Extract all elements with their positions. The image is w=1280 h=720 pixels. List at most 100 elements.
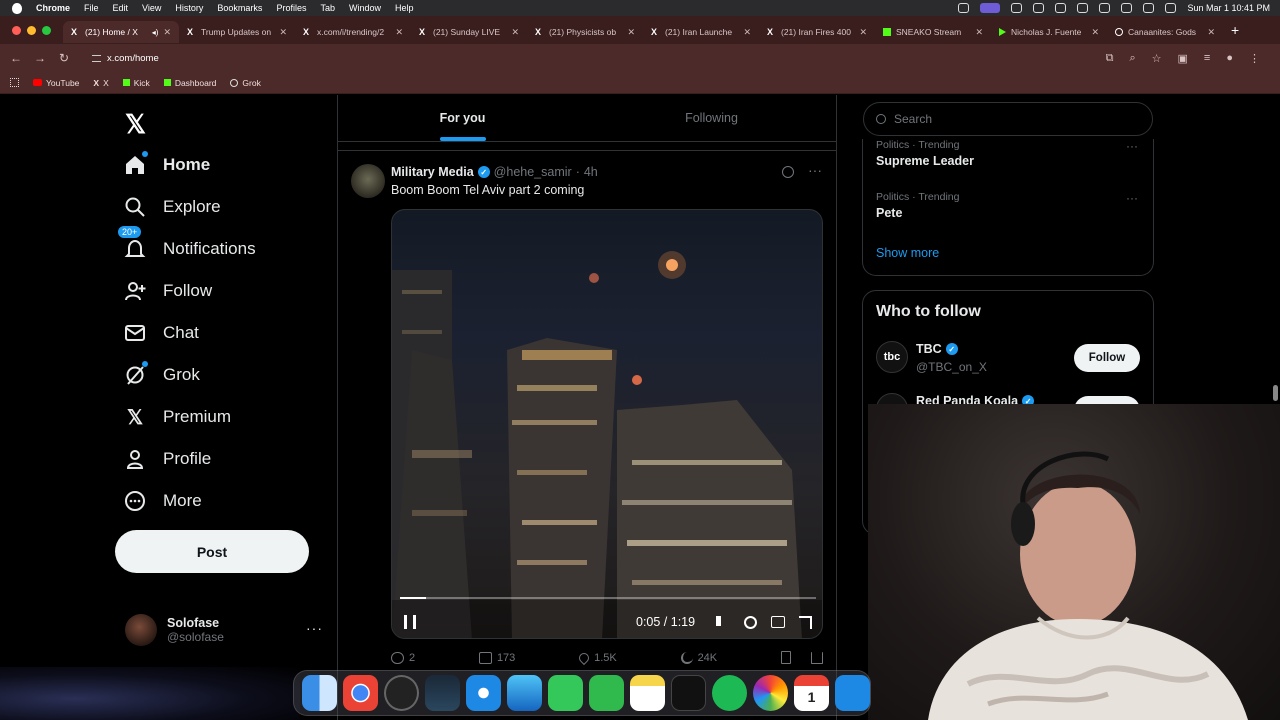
- nav-more[interactable]: More: [123, 489, 202, 513]
- reply-button[interactable]: 2: [391, 651, 415, 664]
- share-icon[interactable]: [810, 651, 823, 664]
- play-icon[interactable]: [1077, 3, 1089, 13]
- more-dots-icon[interactable]: ···: [306, 620, 323, 636]
- close-tab-icon[interactable]: ✕: [627, 27, 635, 38]
- close-tab-icon[interactable]: ✕: [511, 27, 519, 38]
- speaker-icon[interactable]: ◂): [152, 28, 159, 37]
- close-tab-icon[interactable]: ✕: [743, 27, 751, 38]
- tweet-time[interactable]: 4h: [584, 165, 598, 179]
- safari-icon[interactable]: [466, 675, 502, 711]
- url-text[interactable]: x.com/home: [107, 53, 159, 64]
- status-icon[interactable]: [958, 3, 970, 13]
- control-center-icon[interactable]: [1165, 3, 1177, 13]
- scrollbar[interactable]: [1273, 385, 1278, 401]
- like-button[interactable]: 1.5K: [577, 650, 617, 665]
- nav-chat[interactable]: Chat: [123, 321, 199, 345]
- views-button[interactable]: 24K: [680, 651, 717, 664]
- browser-tab[interactable]: Nicholas J. Fuente ✕: [991, 21, 1107, 43]
- menu-window[interactable]: Window: [349, 3, 381, 13]
- bookmark-youtube[interactable]: YouTube: [33, 78, 79, 88]
- address-bar[interactable]: x.com/home: [82, 48, 1082, 68]
- mail-icon[interactable]: [507, 675, 543, 711]
- account-switcher[interactable]: Solofase @solofase ···: [125, 610, 323, 650]
- menu-file[interactable]: File: [84, 3, 99, 13]
- close-window-button[interactable]: [12, 25, 21, 35]
- bookmark-dashboard[interactable]: Dashboard: [163, 78, 216, 88]
- avatar[interactable]: [351, 164, 385, 198]
- app-store-icon[interactable]: [834, 675, 870, 711]
- reload-icon[interactable]: ↻: [52, 51, 76, 65]
- avatar[interactable]: tbc: [876, 341, 908, 373]
- menu-app-name[interactable]: Chrome: [36, 3, 70, 13]
- calendar-icon[interactable]: 1: [793, 675, 829, 711]
- browser-tab[interactable]: X (21) Iran Launche ✕: [643, 21, 759, 43]
- new-tab-icon[interactable]: +: [1231, 22, 1239, 38]
- screen-record-icon[interactable]: [980, 3, 1001, 13]
- browser-tab[interactable]: Xx.com/i/trending/2 ✕: [295, 21, 411, 43]
- forward-icon[interactable]: →: [28, 51, 52, 65]
- zoom-window-button[interactable]: [42, 25, 51, 35]
- settings-gear-icon[interactable]: [744, 615, 757, 629]
- video-progress-bar[interactable]: [400, 597, 816, 599]
- browser-tab[interactable]: X Trump Updates on ✕: [179, 21, 295, 43]
- battery-icon[interactable]: [1099, 3, 1111, 13]
- menubar-clock[interactable]: Sun Mar 1 10:41 PM: [1187, 3, 1270, 13]
- nav-home[interactable]: Home: [123, 151, 210, 177]
- photos-icon[interactable]: [753, 675, 788, 711]
- menu-edit[interactable]: Edit: [113, 3, 129, 13]
- wifi-icon[interactable]: [1121, 3, 1133, 13]
- chrome-menu-icon[interactable]: ⋮: [1249, 52, 1260, 65]
- more-dots-icon[interactable]: ···: [1126, 191, 1138, 205]
- browser-tab[interactable]: X (21) Iran Fires 400 ✕: [759, 21, 875, 43]
- menu-view[interactable]: View: [142, 3, 161, 13]
- install-icon[interactable]: ⧉: [1106, 52, 1114, 65]
- minimize-window-button[interactable]: [27, 25, 36, 35]
- tweet[interactable]: Military Media ✓ @hehe_samir · 4h ··· Bo…: [338, 150, 836, 720]
- browser-tab[interactable]: X (21) Physicists ob ✕: [527, 21, 643, 43]
- trend-item[interactable]: Politics · Trending Pete: [876, 191, 959, 220]
- more-dots-icon[interactable]: ···: [1126, 139, 1138, 153]
- bookmark-grok[interactable]: Grok: [230, 78, 261, 88]
- messages-icon[interactable]: [548, 675, 583, 711]
- browser-tab[interactable]: X (21) Home / X ◂) ✕: [63, 21, 179, 43]
- close-tab-icon[interactable]: ✕: [859, 27, 867, 38]
- apps-grid-icon[interactable]: [10, 78, 19, 87]
- grok-explain-icon[interactable]: [782, 166, 794, 178]
- bookmark-star-icon[interactable]: ☆: [1152, 52, 1162, 65]
- menu-tab[interactable]: Tab: [320, 3, 335, 13]
- pause-icon[interactable]: [404, 615, 416, 629]
- obs-icon[interactable]: [383, 675, 420, 711]
- menu-profiles[interactable]: Profiles: [276, 3, 306, 13]
- volume-icon[interactable]: [716, 615, 730, 626]
- site-info-icon[interactable]: [92, 54, 101, 62]
- spotlight-icon[interactable]: [1143, 3, 1155, 13]
- video-player[interactable]: 0:05 / 1:19: [391, 209, 823, 639]
- x-logo-icon[interactable]: 𝕏: [125, 109, 146, 140]
- tweet-handle[interactable]: @hehe_samir: [494, 165, 572, 179]
- notes-icon[interactable]: [629, 675, 665, 711]
- profile-avatar-icon[interactable]: ●: [1226, 52, 1233, 65]
- nav-grok[interactable]: Grok: [123, 361, 200, 387]
- bookmark-kick[interactable]: Kick: [122, 78, 150, 88]
- picture-in-picture-icon[interactable]: [771, 615, 785, 628]
- close-tab-icon[interactable]: ✕: [163, 27, 171, 38]
- chrome-icon[interactable]: [342, 675, 378, 711]
- back-icon[interactable]: ←: [4, 51, 28, 65]
- bookmark-x[interactable]: XX: [93, 78, 108, 88]
- close-tab-icon[interactable]: ✕: [975, 27, 983, 38]
- trend-item[interactable]: Politics · Trending Supreme Leader: [876, 139, 974, 168]
- capcut-icon[interactable]: [670, 675, 707, 711]
- nav-notifications[interactable]: 20+ Notifications: [117, 225, 256, 261]
- nav-profile[interactable]: Profile: [123, 447, 211, 471]
- menu-history[interactable]: History: [175, 3, 203, 13]
- post-button[interactable]: Post: [115, 530, 309, 573]
- status-icon[interactable]: [1033, 3, 1045, 13]
- spotify-icon[interactable]: [712, 675, 747, 711]
- media-icon[interactable]: ≡: [1204, 52, 1210, 65]
- steam-icon[interactable]: [425, 675, 461, 711]
- nav-premium[interactable]: 𝕏 Premium: [123, 405, 231, 429]
- status-icon[interactable]: [1011, 3, 1023, 13]
- menu-bookmarks[interactable]: Bookmarks: [217, 3, 262, 13]
- close-tab-icon[interactable]: ✕: [395, 27, 403, 38]
- follow-button[interactable]: Follow: [1074, 344, 1140, 372]
